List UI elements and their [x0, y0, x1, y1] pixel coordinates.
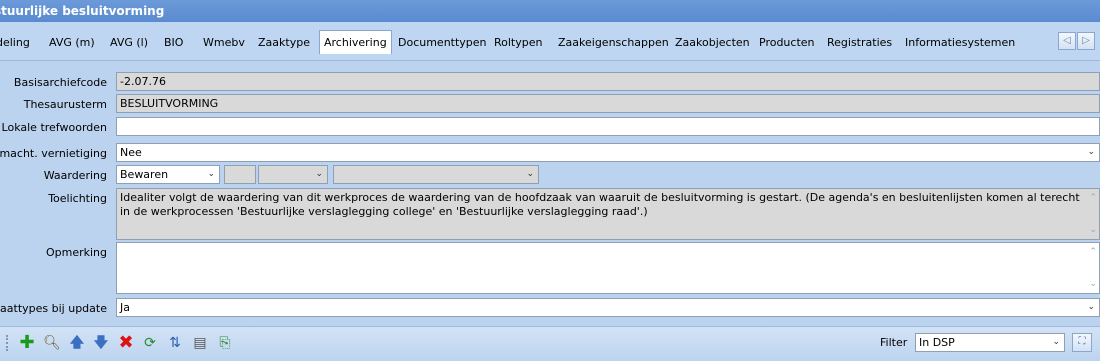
bottom-toolbar: ✚ 🔍︎ 🡅 🡇 ✖ ⟳ ⇅ ▤ ⎘ Filter In DSP ⌄ ⛶: [0, 326, 1100, 361]
scroll-up-icon[interactable]: ⌃: [1089, 191, 1097, 205]
waardering-extra-select[interactable]: ⌄: [333, 165, 539, 184]
tab-scroll-left-icon[interactable]: ◁: [1058, 32, 1076, 50]
archive-icon[interactable]: ▤: [191, 334, 209, 352]
vernietiging-select[interactable]: Nee ⌄: [116, 143, 1100, 162]
opmerking-label: Opmerking: [45, 246, 107, 259]
move-up-icon[interactable]: 🡅: [68, 334, 86, 352]
refresh-icon[interactable]: ⟳: [141, 334, 159, 352]
tab-informatiesystemen[interactable]: Informatiesystemen: [905, 32, 1015, 54]
tab-bio[interactable]: BIO: [164, 32, 183, 54]
export-icon[interactable]: ⎘: [216, 334, 234, 352]
tab-indeling[interactable]: deling: [0, 32, 30, 54]
add-icon[interactable]: ✚: [18, 334, 36, 352]
tab-roltypen[interactable]: Roltypen: [494, 32, 542, 54]
toelichting-textarea[interactable]: Idealiter volgt de waardering van dit we…: [116, 188, 1100, 240]
tab-avg-m[interactable]: AVG (m): [49, 32, 95, 54]
window-titlebar: stuurlijke besluitvorming: [0, 0, 1100, 22]
scroll-up-icon[interactable]: ⌃: [1089, 245, 1097, 259]
scroll-down-icon[interactable]: ⌄: [1089, 277, 1097, 291]
basisarchiefcode-field[interactable]: -2.07.76: [116, 72, 1100, 91]
waardering-label: Waardering: [43, 169, 107, 182]
chevron-down-icon: ⌄: [315, 169, 323, 179]
opmerking-textarea[interactable]: ⌃ ⌄: [116, 242, 1100, 294]
tab-zaaktype[interactable]: Zaaktype: [258, 32, 310, 54]
delete-icon[interactable]: ✖: [117, 334, 135, 352]
tab-documenttypen[interactable]: Documenttypen: [398, 32, 487, 54]
filter-label: Filter: [880, 336, 908, 349]
filter-value: In DSP: [919, 336, 955, 349]
waardering-term-field[interactable]: [224, 165, 256, 184]
chevron-down-icon: ⌄: [1087, 302, 1095, 312]
tab-zaakobjecten[interactable]: Zaakobjecten: [675, 32, 750, 54]
tab-zaakeigenschappen[interactable]: Zaakeigenschappen: [558, 32, 669, 54]
tab-producten[interactable]: Producten: [759, 32, 815, 54]
lokale-trefwoorden-field[interactable]: [116, 117, 1100, 136]
tab-archivering[interactable]: Archivering: [319, 30, 392, 54]
sort-icon[interactable]: ⇅: [166, 334, 184, 352]
filter-select[interactable]: In DSP ⌄: [915, 333, 1065, 352]
resultaattypes-value: Ja: [120, 301, 130, 314]
basisarchiefcode-label: Basisarchiefcode: [13, 76, 107, 89]
window-title: stuurlijke besluitvorming: [0, 4, 165, 18]
chevron-down-icon: ⌄: [526, 169, 534, 179]
waardering-value: Bewaren: [120, 168, 169, 181]
tab-strip: deling AVG (m) AVG (l) BIO Wmebv Zaaktyp…: [0, 22, 1100, 61]
thesaurusterm-label: Thesaurusterm: [23, 98, 107, 111]
tab-registraties[interactable]: Registraties: [827, 32, 892, 54]
tab-wmebv[interactable]: Wmebv: [203, 32, 245, 54]
resultaattypes-label: ultaattypes bij update: [0, 302, 107, 315]
filter-options-icon[interactable]: ⛶: [1072, 333, 1092, 352]
chevron-down-icon: ⌄: [207, 169, 215, 179]
tab-scroll-right-icon[interactable]: ▷: [1077, 32, 1095, 50]
vernietiging-value: Nee: [120, 146, 142, 159]
waardering-select[interactable]: Bewaren ⌄: [116, 165, 220, 184]
scroll-down-icon[interactable]: ⌄: [1089, 223, 1097, 237]
toolbar-grip: [6, 335, 12, 351]
lokale-trefwoorden-label: Lokale trefwoorden: [1, 121, 107, 134]
thesaurusterm-field[interactable]: BESLUITVORMING: [116, 94, 1100, 113]
chevron-down-icon: ⌄: [1052, 337, 1060, 347]
toelichting-label: Toelichting: [48, 192, 107, 205]
chevron-down-icon: ⌄: [1087, 147, 1095, 157]
tab-avg-l[interactable]: AVG (l): [110, 32, 148, 54]
waardering-unit-select[interactable]: ⌄: [258, 165, 328, 184]
search-icon[interactable]: 🔍︎: [43, 334, 61, 352]
vernietiging-label: l. macht. vernietiging: [0, 147, 107, 160]
toelichting-text: Idealiter volgt de waardering van dit we…: [120, 191, 1080, 218]
move-down-icon[interactable]: 🡇: [92, 334, 110, 352]
resultaattypes-select[interactable]: Ja ⌄: [116, 298, 1100, 317]
